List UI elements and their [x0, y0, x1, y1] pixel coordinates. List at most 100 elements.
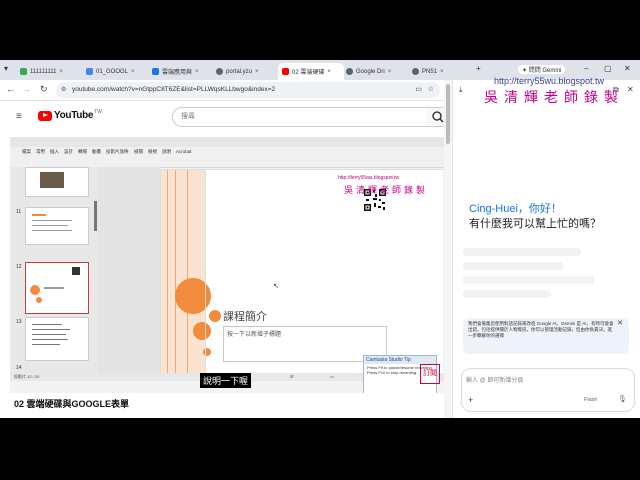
site-info-icon[interactable]: ⚙ — [61, 82, 66, 98]
tab-5-label: 02 雲端硬碟 — [292, 70, 325, 76]
gemini-prompt-input[interactable]: 輸入 @ 即可新增分頁 + Flash 🎙 — [461, 368, 635, 412]
thumbnail-text — [44, 287, 64, 289]
search-input[interactable]: 搜尋 — [172, 107, 428, 127]
microphone-icon[interactable]: 🎙 — [618, 395, 627, 403]
subscribe-stamp[interactable]: 訂閱 — [420, 364, 440, 384]
privacy-notice-text: 我們會蒐集您使用對話記錄來改進 Google AI。Gemini 是 AI，有時… — [468, 321, 614, 338]
thumbnail-text — [32, 214, 46, 216]
thumbnail-circle — [30, 285, 40, 295]
browser-window: ▾ 111111111 × 01_GOOGL × 雲端應用與 × portal.… — [0, 60, 640, 418]
slide-area-background — [98, 167, 160, 373]
tab-4-label: portal.yzu — [226, 68, 253, 75]
notes-icon: ☰ — [290, 374, 294, 379]
close-icon[interactable]: × — [195, 69, 199, 75]
video-caption: 說明一下喔 — [200, 373, 252, 388]
ppt-menu-acrobat: Acrobat — [176, 149, 192, 154]
powerpoint-ribbon: 檔案 常用 插入 設計 轉場 動畫 投影片放映 檢閱 檢視 說明 Acrobat — [10, 137, 452, 168]
thumbnail-text — [32, 329, 70, 330]
tab-1[interactable]: 111111111 × — [20, 63, 78, 80]
slide-title: 課程簡介 — [223, 310, 267, 323]
close-panel-icon[interactable]: ✕ — [627, 85, 634, 94]
close-window-icon[interactable]: ✕ — [624, 64, 631, 73]
suggestion-skeleton — [463, 276, 595, 284]
back-icon[interactable]: ← — [6, 84, 15, 94]
mouse-cursor-icon: ↖ — [273, 283, 279, 290]
slide-circle-medium — [209, 310, 221, 322]
close-icon[interactable]: × — [327, 69, 331, 75]
close-icon[interactable]: ✕ — [617, 320, 623, 327]
slide-counter: 投影片 12 / 20 — [14, 374, 40, 379]
ppt-menu-help: 說明 — [162, 149, 171, 154]
thumbnail-text — [32, 339, 68, 340]
tab-6-label: Google Dri — [356, 68, 385, 75]
powerpoint-titlebar — [10, 137, 452, 147]
tab-2-label: 01_GOOGL — [96, 68, 129, 75]
tab-5-active[interactable]: 02 雲端硬碟 × — [278, 63, 344, 80]
ppt-menu-design: 設計 — [64, 149, 73, 154]
ppt-menu-animations: 動畫 — [92, 149, 101, 154]
subtitle-placeholder-text: 按一下以新增子標題 — [227, 332, 282, 338]
youtube-wordmark: YouTube — [54, 110, 94, 121]
close-icon[interactable]: × — [388, 69, 392, 75]
thumbnail-scrollbar[interactable] — [94, 201, 97, 231]
reload-icon[interactable]: ↻ — [40, 84, 48, 95]
add-icon[interactable]: + — [468, 395, 473, 405]
tab-search-icon[interactable]: ▾ — [4, 64, 8, 73]
thumbnail-text — [32, 230, 72, 231]
tab-3-label: 雲端應用與 — [162, 70, 193, 76]
thumbnail-text — [32, 220, 72, 221]
tab-7[interactable]: PN51 × — [412, 63, 470, 80]
tab-3[interactable]: 雲端應用與 × — [152, 63, 210, 80]
accent-line — [167, 170, 168, 374]
thumbnail-qr — [72, 267, 80, 275]
maximize-icon[interactable]: ▢ — [604, 64, 612, 73]
gemini-greeting: Cing-Huei，你好！ — [469, 203, 562, 215]
youtube-logo[interactable]: YouTube TW — [38, 108, 102, 121]
page-scrollbar[interactable] — [444, 80, 452, 418]
page-scrollbar-thumb[interactable] — [446, 84, 450, 144]
thumbnail-text — [32, 324, 62, 325]
new-tab-button[interactable]: + — [476, 64, 481, 73]
slide-thumbnail-13 — [25, 317, 89, 361]
minimize-icon[interactable]: – — [584, 64, 588, 73]
close-icon[interactable]: × — [440, 69, 444, 75]
tab-6[interactable]: Google Dri × — [346, 63, 404, 80]
tab-2-icon — [86, 68, 93, 75]
url-text: youtube.com/watch?v=nGtppC8T6ZE&list=PLL… — [72, 86, 276, 93]
slide-thumbnails: 11 12 13 14 — [10, 167, 98, 373]
ppt-menu-insert: 插入 — [50, 149, 59, 154]
bookmark-star-icon[interactable]: ☆ — [428, 82, 434, 98]
slide-number: 13 — [16, 319, 22, 325]
thumbnail-text — [32, 225, 68, 226]
slide-thumbnail-10 — [25, 167, 89, 197]
youtube-region: TW — [94, 108, 102, 115]
forward-icon[interactable]: → — [22, 84, 31, 94]
youtube-play-icon — [38, 110, 52, 121]
url-field[interactable]: ⚙ youtube.com/watch?v=nGtppC8T6ZE&list=P… — [56, 82, 440, 98]
ppt-menu-transitions: 轉場 — [78, 149, 87, 154]
slide-circle-medium — [193, 322, 211, 340]
tab-4[interactable]: portal.yzu × — [216, 63, 274, 80]
download-icon[interactable]: ⤓ — [459, 85, 463, 95]
thumbnail-circle — [36, 297, 42, 303]
menu-icon[interactable]: ≡ — [16, 111, 22, 122]
gemini-side-panel: ⤓ ⧉ ✕ Cing-Huei，你好！ 有什麼我可以幫上忙的嗎？ 我們會蒐集您使… — [452, 80, 640, 418]
tab-1-icon — [20, 68, 27, 75]
youtube-tab-icon — [282, 68, 289, 75]
model-selector[interactable]: Flash — [584, 397, 597, 403]
video-player[interactable]: 檔案 常用 插入 設計 轉場 動畫 投影片放映 檢閱 檢視 說明 Acrobat… — [10, 137, 452, 393]
tab-2[interactable]: 01_GOOGL × — [86, 63, 144, 80]
watermark-url: http://terry55wu.blogspot.tw — [338, 175, 400, 181]
close-icon[interactable]: × — [255, 69, 259, 75]
suggestion-skeleton — [463, 248, 581, 256]
close-icon[interactable]: × — [131, 69, 135, 75]
slide-canvas: 課程簡介 按一下以新增子標題 ↖ — [160, 169, 444, 375]
cast-icon[interactable]: ▭ — [415, 82, 422, 98]
thumbnail-text — [32, 334, 66, 335]
suggestion-skeleton — [463, 262, 563, 270]
slide-thumbnail-11 — [25, 207, 89, 245]
ask-gemini-button[interactable]: ✦ 問問 Gemini — [518, 65, 566, 74]
close-icon[interactable]: × — [59, 69, 63, 75]
slide-divider — [205, 170, 206, 374]
ppt-menu-file: 檔案 — [22, 149, 31, 154]
